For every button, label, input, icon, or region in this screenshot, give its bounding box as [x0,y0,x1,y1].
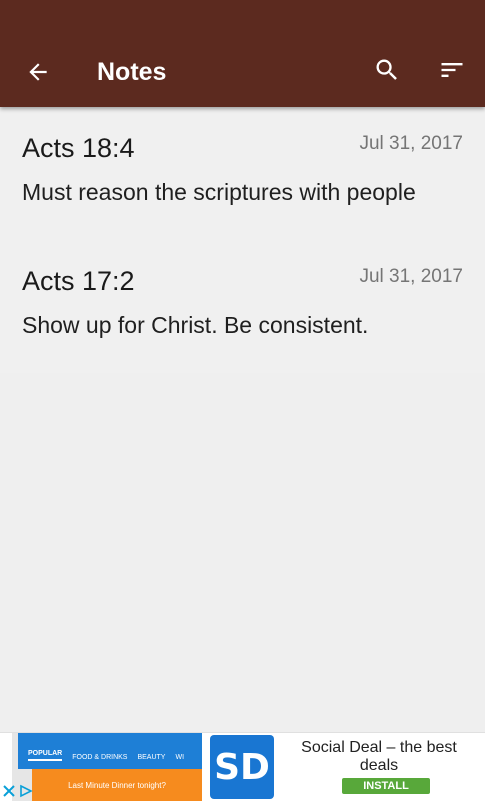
note-date: Jul 31, 2017 [359,133,463,154]
search-button[interactable] [371,54,403,86]
note-text: Show up for Christ. Be consistent. [22,312,369,338]
ad-promo: Last Minute Dinner tonight? [32,769,202,801]
app-bar: Notes [0,0,485,107]
ad-tab: BEAUTY [137,754,166,761]
close-icon[interactable] [2,784,16,798]
note-text: Must reason the scriptures with people [22,179,416,205]
adchoices[interactable] [0,781,46,801]
install-button[interactable]: INSTALL [342,778,430,794]
adchoices-icon[interactable] [18,784,34,798]
notes-list: Acts 18:4 Jul 31, 2017 Must reason the s… [0,107,485,373]
sort-button[interactable] [436,54,468,86]
note-reference: Acts 18:4 [22,133,135,163]
ad-logo: SD [210,735,274,799]
ad-tab: POPULAR [28,750,63,761]
arrow-back-icon [29,63,47,81]
ad-tab: WI [175,754,185,761]
note-date: Jul 31, 2017 [359,266,463,287]
ad-tab: FOOD & DRINKS [72,754,128,761]
note-item[interactable]: Acts 18:4 Jul 31, 2017 Must reason the s… [0,107,485,240]
ad-headline: Social Deal – the best deals [301,739,457,774]
sort-icon [441,63,463,77]
ad-banner[interactable]: POPULAR FOOD & DRINKS BEAUTY WI Last Min… [0,732,485,801]
search-icon [376,59,397,80]
page-title: Notes [97,58,167,86]
back-button[interactable] [22,56,54,88]
note-reference: Acts 17:2 [22,266,135,296]
ad-tabs: POPULAR FOOD & DRINKS BEAUTY WI [18,733,202,769]
note-item[interactable]: Acts 17:2 Jul 31, 2017 Show up for Chris… [0,240,485,373]
